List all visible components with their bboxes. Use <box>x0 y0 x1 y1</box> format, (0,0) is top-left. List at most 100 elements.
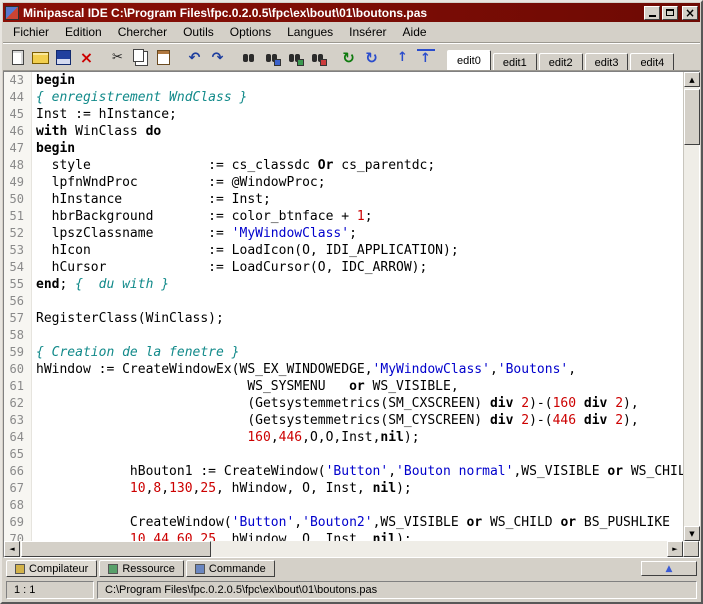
scroll-up-button[interactable]: ▲ <box>684 72 700 87</box>
line-number: 45 <box>4 106 32 123</box>
menu-aide[interactable]: Aide <box>395 23 435 41</box>
up-button[interactable]: ↑ <box>391 47 414 69</box>
code-line[interactable]: 62 (Getsystemmetrics(SM_CXSCREEN) div 2)… <box>4 395 683 412</box>
find-button[interactable] <box>237 47 260 69</box>
code-line[interactable]: 43begin <box>4 72 683 89</box>
close-button[interactable]: × <box>682 6 698 20</box>
scroll-down-button[interactable]: ▼ <box>684 526 700 541</box>
code-line[interactable]: 67 10,8,130,25, hWindow, O, Inst, nil); <box>4 480 683 497</box>
save-icon <box>55 49 73 66</box>
horizontal-scroll-track[interactable] <box>20 541 667 557</box>
line-text: end; { du with } <box>32 276 169 293</box>
code-line[interactable]: 66 hBouton1 := CreateWindow('Button','Bo… <box>4 463 683 480</box>
open-button[interactable] <box>29 47 52 69</box>
code-line[interactable]: 51 hbrBackground := color_btnface + 1; <box>4 208 683 225</box>
line-number: 48 <box>4 157 32 174</box>
code-line[interactable]: 46with WinClass do <box>4 123 683 140</box>
code-line[interactable]: 58 <box>4 327 683 344</box>
line-text: hWindow := CreateWindowEx(WS_EX_WINDOWED… <box>32 361 576 378</box>
code-line[interactable]: 55end; { du with } <box>4 276 683 293</box>
horizontal-scrollbar[interactable]: ◄ ► <box>4 541 699 557</box>
tab-edit3[interactable]: edit3 <box>585 53 629 70</box>
code-line[interactable]: 53 hIcon := LoadIcon(O, IDI_APPLICATION)… <box>4 242 683 259</box>
undo-button[interactable]: ↶ <box>183 47 206 69</box>
code-line[interactable]: 57RegisterClass(WinClass); <box>4 310 683 327</box>
redo-icon: ↷ <box>209 49 227 66</box>
replace-button[interactable] <box>306 47 329 69</box>
line-text: hInstance := Inst; <box>32 191 271 208</box>
panel-tab-commande[interactable]: Commande <box>186 560 275 577</box>
code-line[interactable]: 64 160,446,O,O,Inst,nil); <box>4 429 683 446</box>
redo-button[interactable]: ↷ <box>206 47 229 69</box>
top-button[interactable]: ↑ <box>414 47 437 69</box>
panel-spacer: ▲ <box>277 560 697 577</box>
panel-tab-label: Ressource <box>122 563 175 575</box>
line-text: (Getsystemmetrics(SM_CYSCREEN) div 2)-(4… <box>32 412 639 429</box>
code-line[interactable]: 63 (Getsystemmetrics(SM_CYSCREEN) div 2)… <box>4 412 683 429</box>
toolbar-separator <box>383 47 391 69</box>
code-area[interactable]: 43begin44{ enregistrement WndClass }45In… <box>4 72 683 541</box>
close-icon: × <box>685 7 695 19</box>
line-number: 47 <box>4 140 32 157</box>
menu-fichier[interactable]: Fichier <box>5 23 57 41</box>
panel-tab-compilateur[interactable]: Compilateur <box>6 560 97 577</box>
line-number: 43 <box>4 72 32 89</box>
title-bar[interactable]: Minipascal IDE C:\Program Files\fpc.0.2.… <box>3 3 700 22</box>
tab-edit1[interactable]: edit1 <box>493 53 537 70</box>
menu-langues[interactable]: Langues <box>279 23 341 41</box>
delete-button[interactable]: × <box>75 47 98 69</box>
open-icon <box>32 49 50 66</box>
cut-button[interactable]: ✂ <box>106 47 129 69</box>
build-button[interactable]: ↻ <box>360 47 383 69</box>
top-icon: ↑ <box>417 49 435 66</box>
code-line[interactable]: 47begin <box>4 140 683 157</box>
menu-insérer[interactable]: Insérer <box>341 23 394 41</box>
vertical-scroll-track[interactable] <box>684 87 699 526</box>
panel-up-button[interactable]: ▲ <box>641 561 697 576</box>
vertical-scroll-thumb[interactable] <box>684 89 700 145</box>
menu-chercher[interactable]: Chercher <box>110 23 175 41</box>
findfiles-button[interactable] <box>283 47 306 69</box>
code-line[interactable]: 68 <box>4 497 683 514</box>
code-line[interactable]: 70 10,44,60,25, hWindow, O, Inst, nil); <box>4 531 683 541</box>
code-line[interactable]: 50 hInstance := Inst; <box>4 191 683 208</box>
code-line[interactable]: 56 <box>4 293 683 310</box>
code-line[interactable]: 69 CreateWindow('Button','Bouton2',WS_VI… <box>4 514 683 531</box>
menu-outils[interactable]: Outils <box>175 23 222 41</box>
vertical-scrollbar[interactable]: ▲ ▼ <box>683 72 699 541</box>
cut-icon: ✂ <box>109 49 127 66</box>
code-line[interactable]: 59{ Creation de la fenetre } <box>4 344 683 361</box>
compile-button[interactable]: ↻ <box>337 47 360 69</box>
copy-button[interactable] <box>129 47 152 69</box>
code-line[interactable]: 49 lpfnWndProc := @WindowProc; <box>4 174 683 191</box>
tab-edit2[interactable]: edit2 <box>539 53 583 70</box>
minimize-button[interactable] <box>644 6 660 20</box>
save-button[interactable] <box>52 47 75 69</box>
line-number: 68 <box>4 497 32 514</box>
horizontal-scroll-thumb[interactable] <box>21 541 211 557</box>
window-controls: × <box>644 6 698 20</box>
code-line[interactable]: 65 <box>4 446 683 463</box>
code-line[interactable]: 44{ enregistrement WndClass } <box>4 89 683 106</box>
line-text: begin <box>32 140 75 157</box>
code-line[interactable]: 61 WS_SYSMENU or WS_VISIBLE, <box>4 378 683 395</box>
new-button[interactable] <box>6 47 29 69</box>
scroll-right-button[interactable]: ► <box>667 541 683 557</box>
code-line[interactable]: 54 hCursor := LoadCursor(O, IDC_ARROW); <box>4 259 683 276</box>
maximize-button[interactable] <box>662 6 678 20</box>
menu-options[interactable]: Options <box>222 23 279 41</box>
menu-edition[interactable]: Edition <box>57 23 110 41</box>
scroll-left-button[interactable]: ◄ <box>4 541 20 557</box>
panel-tab-ressource[interactable]: Ressource <box>99 560 184 577</box>
code-line[interactable]: 45Inst := hInstance; <box>4 106 683 123</box>
findnext-button[interactable] <box>260 47 283 69</box>
tab-edit4[interactable]: edit4 <box>630 53 674 70</box>
code-line[interactable]: 48 style := cs_classdc Or cs_parentdc; <box>4 157 683 174</box>
code-line[interactable]: 60hWindow := CreateWindowEx(WS_EX_WINDOW… <box>4 361 683 378</box>
line-number: 62 <box>4 395 32 412</box>
paste-button[interactable] <box>152 47 175 69</box>
line-number: 56 <box>4 293 32 310</box>
line-text <box>32 293 36 310</box>
code-line[interactable]: 52 lpszClassname := 'MyWindowClass'; <box>4 225 683 242</box>
tab-edit0[interactable]: edit0 <box>447 50 491 70</box>
